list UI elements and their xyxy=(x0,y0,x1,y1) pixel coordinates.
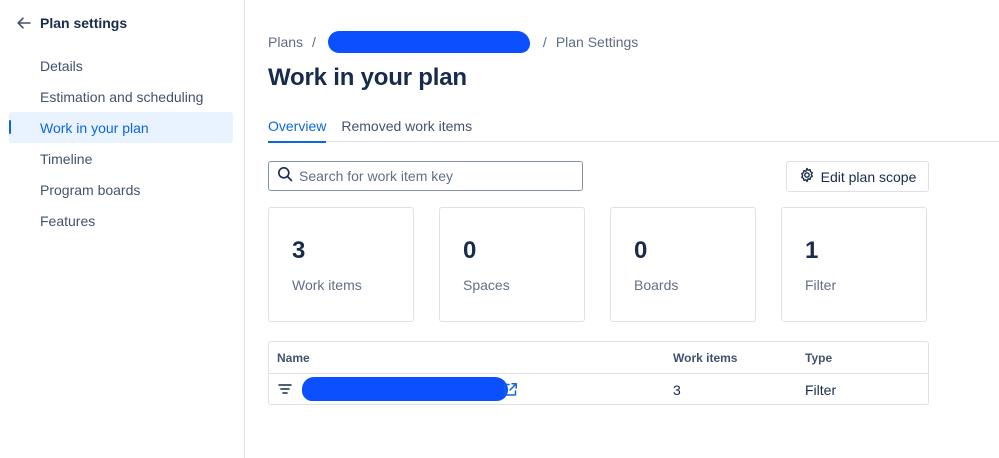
stat-card-boards: 0 Boards xyxy=(610,207,756,322)
column-header-type[interactable]: Type xyxy=(805,351,832,365)
sidebar-item-features[interactable]: Features xyxy=(9,205,233,236)
redacted-plan-name-link[interactable] xyxy=(327,31,530,53)
sidebar-item-program-boards[interactable]: Program boards xyxy=(9,174,233,205)
scope-table: Name Work items Type 3 Filter xyxy=(268,341,929,405)
stat-label: Spaces xyxy=(463,277,510,293)
gear-icon xyxy=(799,167,815,186)
breadcrumb-plans-link[interactable]: Plans xyxy=(268,34,303,50)
sidebar-title: Plan settings xyxy=(40,15,128,31)
table-row: 3 Filter xyxy=(269,374,928,405)
search-icon xyxy=(277,166,293,187)
sidebar-nav: Details Estimation and scheduling Work i… xyxy=(9,50,233,236)
search-field[interactable] xyxy=(268,161,583,191)
back-to-plan-button[interactable]: Plan settings xyxy=(16,12,127,34)
stat-label: Boards xyxy=(634,277,679,293)
stat-label: Filter xyxy=(805,277,837,293)
external-link-icon[interactable] xyxy=(503,382,518,402)
tab-removed-work-items[interactable]: Removed work items xyxy=(341,113,472,142)
breadcrumb-separator: / xyxy=(542,34,547,50)
sidebar-item-estimation-and-scheduling[interactable]: Estimation and scheduling xyxy=(9,81,233,112)
stat-card-work-items: 3 Work items xyxy=(268,207,414,322)
edit-plan-scope-button[interactable]: Edit plan scope xyxy=(786,161,929,192)
column-header-work-items[interactable]: Work items xyxy=(673,351,737,365)
settings-sidebar: Plan settings Details Estimation and sch… xyxy=(0,0,245,458)
tab-overview[interactable]: Overview xyxy=(268,113,327,143)
table-header: Name Work items Type xyxy=(269,342,928,374)
stat-card-filter: 1 Filter xyxy=(781,207,927,322)
breadcrumb: Plans / / Plan Settings xyxy=(268,31,639,53)
edit-plan-scope-label: Edit plan scope xyxy=(820,168,917,185)
cell-work-items: 3 xyxy=(673,382,681,398)
breadcrumb-current: Plan Settings xyxy=(555,34,639,50)
stat-card-spaces: 0 Spaces xyxy=(439,207,585,322)
cell-type: Filter xyxy=(805,382,837,398)
column-header-name[interactable]: Name xyxy=(277,351,310,365)
stat-value: 1 xyxy=(805,237,819,264)
stats-cards: 3 Work items 0 Spaces 0 Boards 1 Filter xyxy=(268,207,927,322)
search-input[interactable] xyxy=(299,168,569,184)
tab-list: Overview Removed work items xyxy=(268,113,999,143)
arrow-left-icon xyxy=(16,15,32,31)
stat-value: 0 xyxy=(463,237,477,264)
stat-label: Work items xyxy=(292,277,362,293)
page-title: Work in your plan xyxy=(268,64,467,91)
stat-value: 3 xyxy=(292,237,306,264)
stat-value: 0 xyxy=(634,237,648,264)
sidebar-item-work-in-your-plan[interactable]: Work in your plan xyxy=(9,112,233,143)
filter-icon xyxy=(278,382,292,401)
breadcrumb-separator: / xyxy=(312,34,316,50)
redacted-filter-name-link[interactable] xyxy=(302,377,508,401)
sidebar-item-timeline[interactable]: Timeline xyxy=(9,143,233,174)
sidebar-item-details[interactable]: Details xyxy=(9,50,233,81)
main-content: Plans / / Plan Settings Work in your pla… xyxy=(268,0,999,458)
